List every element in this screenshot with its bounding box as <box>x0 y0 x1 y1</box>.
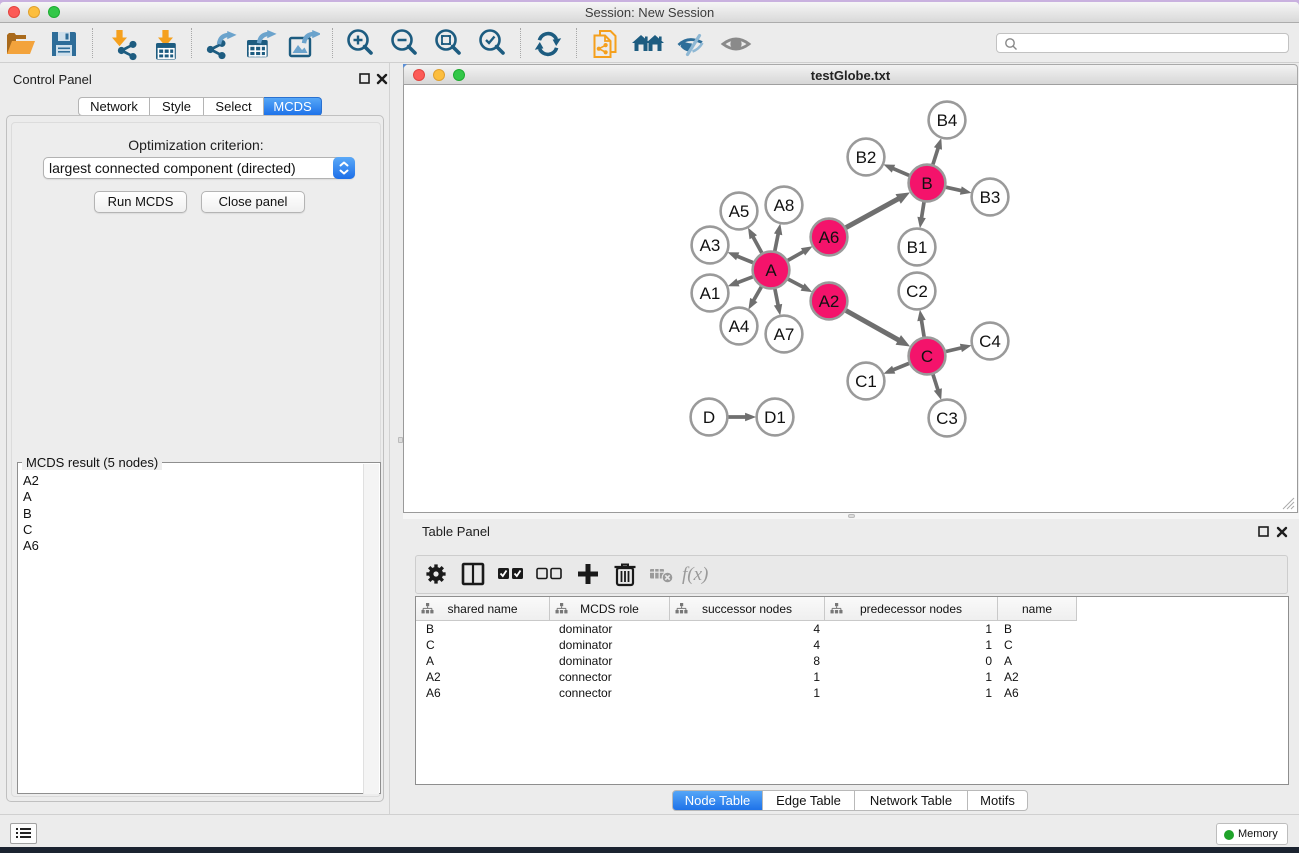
svg-text:B3: B3 <box>980 188 1001 207</box>
svg-text:A7: A7 <box>774 325 795 344</box>
svg-text:C1: C1 <box>855 372 877 391</box>
svg-text:A8: A8 <box>774 196 795 215</box>
svg-text:B: B <box>921 174 932 193</box>
svg-text:A5: A5 <box>729 202 750 221</box>
svg-text:A: A <box>765 261 777 280</box>
svg-text:A1: A1 <box>700 284 721 303</box>
svg-text:D1: D1 <box>764 408 786 427</box>
svg-text:C4: C4 <box>979 332 1001 351</box>
svg-text:D: D <box>703 408 715 427</box>
svg-text:A3: A3 <box>700 236 721 255</box>
svg-text:C3: C3 <box>936 409 958 428</box>
svg-text:B1: B1 <box>907 238 928 257</box>
svg-text:A4: A4 <box>729 317 750 336</box>
svg-text:B2: B2 <box>856 148 877 167</box>
svg-text:A2: A2 <box>819 292 840 311</box>
svg-text:C: C <box>921 347 933 366</box>
svg-text:C2: C2 <box>906 282 928 301</box>
svg-text:A6: A6 <box>819 228 840 247</box>
svg-text:B4: B4 <box>937 111 958 130</box>
svg-text:f(x): f(x) <box>682 564 708 585</box>
